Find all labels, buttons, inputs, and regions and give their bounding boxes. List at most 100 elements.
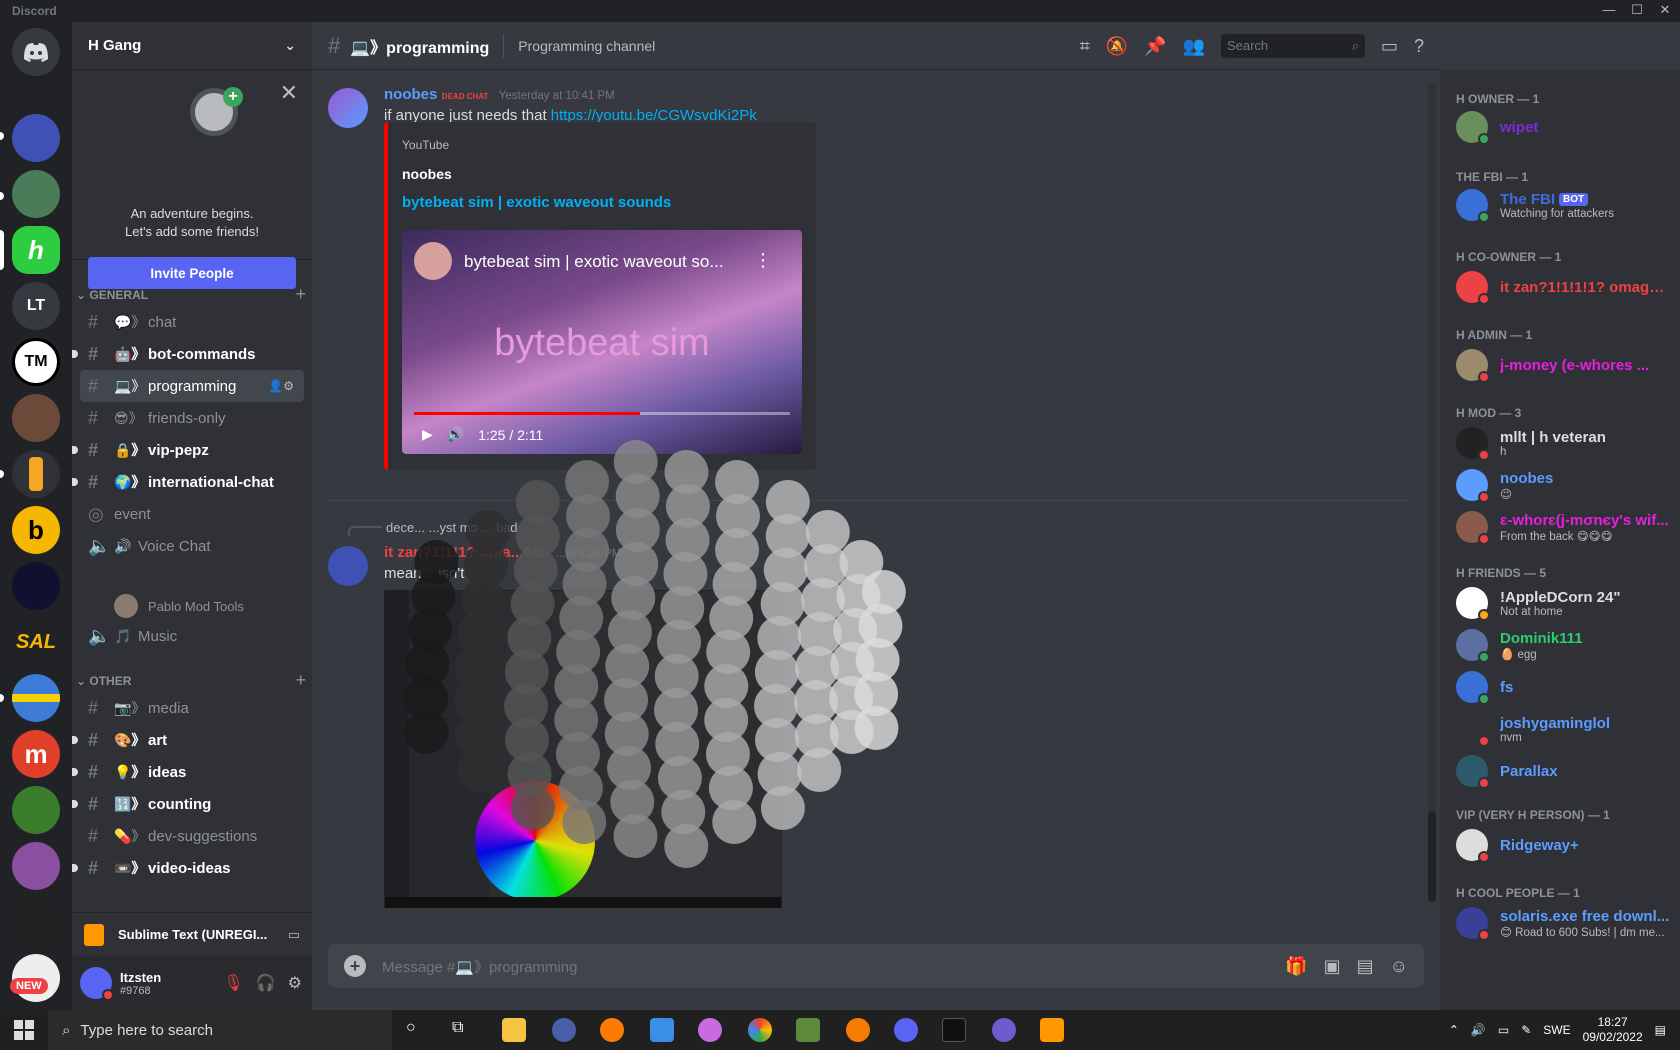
network-icon[interactable]: ▭ — [1498, 1023, 1509, 1037]
channel-dev-suggestions[interactable]: # 💊》 dev-suggestions — [80, 820, 304, 852]
scrollbar[interactable] — [1428, 82, 1436, 902]
channel-music[interactable]: 🔈 🎵 Music — [80, 620, 304, 652]
help-icon[interactable]: ? — [1414, 36, 1424, 57]
cortana-icon[interactable]: ○ — [406, 1019, 416, 1037]
activity-status[interactable]: Sublime Text (UNREGI... ▭ — [72, 912, 312, 956]
close-icon[interactable]: ✕ — [1654, 2, 1676, 20]
member-item[interactable]: mllt | h veteran h — [1456, 422, 1680, 464]
pin-icon[interactable]: 📌 — [1144, 36, 1166, 57]
voice-user[interactable]: Pablo Mod Tools — [114, 594, 244, 618]
member-item[interactable]: Dominik111 🥚 egg — [1456, 624, 1680, 666]
member-item[interactable]: Parallax — [1456, 750, 1680, 792]
app-icon[interactable] — [698, 1018, 722, 1042]
screen-share-icon[interactable]: ▭ — [288, 927, 300, 943]
embed-author[interactable]: noobes — [402, 166, 452, 182]
channel-topic[interactable]: Programming channel — [518, 38, 655, 54]
channel-media[interactable]: # 📷》 media — [80, 692, 304, 724]
server-icon[interactable] — [12, 562, 60, 610]
close-icon[interactable]: ✕ — [280, 80, 298, 106]
mute-mic-icon[interactable]: 🎙 — [223, 973, 243, 993]
maximize-icon[interactable]: ☐ — [1626, 2, 1648, 20]
server-icon[interactable] — [12, 786, 60, 834]
more-options-icon[interactable]: ⋮ — [754, 250, 772, 271]
pen-icon[interactable]: ✎ — [1521, 1023, 1531, 1037]
server-b-icon[interactable]: b — [12, 506, 60, 554]
add-attachment-icon[interactable]: + — [344, 955, 366, 977]
sticker-icon[interactable]: ▤ — [1357, 956, 1374, 977]
store-icon[interactable] — [650, 1018, 674, 1042]
file-explorer-icon[interactable] — [502, 1018, 526, 1042]
channel-video-ideas[interactable]: # 📼》 video-ideas — [72, 852, 304, 884]
channel-friends-only[interactable]: # 😎》 friends-only — [80, 402, 304, 434]
member-item[interactable]: solaris.exe free downl... 😊 Road to 600 S… — [1456, 902, 1680, 944]
sublime-text-taskbar-icon[interactable] — [1040, 1018, 1064, 1042]
headphones-icon[interactable]: 🎧 — [256, 973, 276, 993]
taskbar-search[interactable]: ⌕ Type here to search — [48, 1010, 392, 1050]
video-player[interactable]: bytebeat sim | exotic waveout so... ⋮ by… — [402, 230, 802, 454]
clock[interactable]: 18:27 09/02/2022 — [1583, 1015, 1643, 1045]
server-bottle-icon[interactable] — [12, 450, 60, 498]
server-icon[interactable] — [12, 114, 60, 162]
gift-icon[interactable]: 🎁 — [1285, 956, 1307, 977]
member-item[interactable]: j-money (e-whores ... — [1456, 344, 1680, 386]
avatar[interactable] — [80, 967, 114, 1001]
server-icon[interactable] — [12, 394, 60, 442]
member-item[interactable]: joshygaminglol nvm — [1456, 708, 1680, 750]
add-channel-icon[interactable]: + — [295, 284, 306, 305]
chrome-icon[interactable] — [748, 1018, 772, 1042]
play-icon[interactable]: ▶ — [422, 426, 433, 443]
channel-settings-icons[interactable]: 👤⚙ — [268, 379, 294, 393]
app-icon[interactable] — [992, 1018, 1016, 1042]
server-icon[interactable] — [12, 170, 60, 218]
threads-icon[interactable]: ⌗ — [1080, 36, 1090, 57]
inbox-icon[interactable]: ▭ — [1381, 36, 1398, 57]
embed-title[interactable]: bytebeat sim | exotic waveout sounds — [402, 194, 671, 211]
member-list-icon[interactable]: 👥 — [1183, 36, 1205, 57]
guild-header[interactable]: H Gang ⌄ — [72, 22, 312, 70]
discord-taskbar-icon[interactable] — [894, 1018, 918, 1042]
server-icon[interactable] — [12, 842, 60, 890]
scrollbar-thumb[interactable] — [1428, 812, 1436, 902]
member-item[interactable]: ɛ-whorɛ(j-mσnєy's wif... From the back 😋😋… — [1456, 506, 1680, 548]
emoji-icon[interactable]: ☺ — [1390, 956, 1408, 977]
reply-preview[interactable]: dece... ...yst mo ... bad — [386, 520, 518, 535]
discord-home-icon[interactable] — [12, 28, 60, 76]
server-h-gang-icon[interactable]: h — [12, 226, 60, 274]
member-item[interactable]: !AppleDCorn 24" Not at home — [1456, 582, 1680, 624]
message-author[interactable]: noobes — [384, 86, 437, 103]
search-input[interactable]: Search ⌕ — [1220, 34, 1365, 58]
gif-icon[interactable]: ▣ — [1324, 956, 1341, 977]
minecraft-icon[interactable] — [796, 1018, 820, 1042]
member-item[interactable]: noobes 😉 — [1456, 464, 1680, 506]
server-tm[interactable]: TM — [12, 338, 60, 386]
server-icon[interactable] — [12, 898, 60, 946]
member-item[interactable]: The FBI BOT Watching for attackers — [1456, 184, 1680, 226]
app-icon[interactable] — [552, 1018, 576, 1042]
server-m-icon[interactable]: m — [12, 730, 60, 778]
gear-icon[interactable]: ⚙ — [288, 973, 302, 993]
message-author[interactable]: it zan?1!1!1? oma...?!1 — [384, 544, 546, 561]
channel-vip-pepz[interactable]: # 🔒》 vip-pepz — [72, 434, 304, 466]
server-icon[interactable] — [12, 674, 60, 722]
member-item[interactable]: Ridgeway+ — [1456, 824, 1680, 866]
server-sal-icon[interactable]: SAL — [12, 618, 60, 666]
channel-bot-commands[interactable]: # 🤖》 bot-commands — [72, 338, 304, 370]
member-item[interactable]: it zan?1!1!1!1? omagaz!?11 — [1456, 266, 1680, 308]
avatar[interactable] — [328, 88, 368, 128]
channel-event[interactable]: ◎ event — [80, 498, 304, 530]
notifications-icon[interactable]: ▤ — [1655, 1023, 1666, 1037]
channel-voice-chat[interactable]: 🔈 🔊 Voice Chat — [80, 530, 304, 562]
add-channel-icon[interactable]: + — [295, 670, 306, 691]
app-icon[interactable] — [600, 1018, 624, 1042]
windows-start-icon[interactable] — [14, 1020, 34, 1040]
language-indicator[interactable]: SWE — [1543, 1023, 1570, 1037]
embed-provider[interactable]: YouTube — [402, 138, 449, 152]
screenshot-attachment[interactable] — [384, 590, 782, 908]
channel-international-chat[interactable]: # 🌍》 international-chat — [72, 466, 304, 498]
blender-icon[interactable] — [846, 1018, 870, 1042]
minimize-icon[interactable]: — — [1598, 2, 1620, 20]
server-lt[interactable]: LT — [12, 282, 60, 330]
notification-bell-muted-icon[interactable]: 🔕 — [1106, 36, 1128, 57]
avatar[interactable] — [328, 546, 368, 586]
channel-art[interactable]: # 🎨》 art — [72, 724, 304, 756]
